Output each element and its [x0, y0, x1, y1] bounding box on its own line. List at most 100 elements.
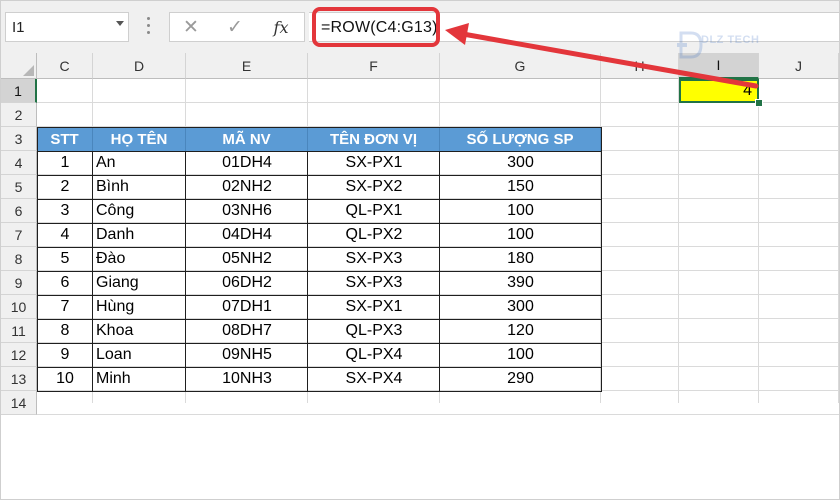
table-cell[interactable]: 06DH2	[186, 271, 308, 295]
table-cell[interactable]: 8	[37, 319, 93, 343]
table-cell[interactable]: 03NH6	[186, 199, 308, 223]
table-cell[interactable]: Loan	[93, 343, 186, 367]
table-cell[interactable]: 9	[37, 343, 93, 367]
selected-cell-i1[interactable]: 4	[679, 79, 759, 103]
table-cell[interactable]: 08DH7	[186, 319, 308, 343]
table-cell[interactable]: 100	[440, 199, 601, 223]
table-cell[interactable]: 6	[37, 271, 93, 295]
table-cell[interactable]: QL-PX2	[308, 223, 440, 247]
table-cell[interactable]: SX-PX1	[308, 151, 440, 175]
table-header-cell[interactable]: MÃ NV	[186, 127, 308, 151]
column-header-g[interactable]: G	[440, 53, 601, 79]
row-header-4[interactable]: 4	[1, 151, 37, 175]
select-all-button[interactable]	[1, 53, 37, 79]
table-cell[interactable]: Công	[93, 199, 186, 223]
row-header-5[interactable]: 5	[1, 175, 37, 199]
table-cell[interactable]: 390	[440, 271, 601, 295]
fill-handle[interactable]	[755, 99, 763, 107]
gridline	[838, 79, 839, 403]
table-cell[interactable]: 100	[440, 223, 601, 247]
table-border	[37, 151, 601, 152]
table-cell[interactable]: Bình	[93, 175, 186, 199]
formula-buttons: ✕ ✓ fx	[169, 12, 305, 42]
row-header-14[interactable]: 14	[1, 391, 37, 415]
table-cell[interactable]: 01DH4	[186, 151, 308, 175]
table-cell[interactable]: An	[93, 151, 186, 175]
row-header-7[interactable]: 7	[1, 223, 37, 247]
drag-handle-icon[interactable]	[147, 17, 150, 37]
table-cell[interactable]: 10	[37, 367, 93, 391]
table-cell[interactable]: 290	[440, 367, 601, 391]
table-cell[interactable]: QL-PX3	[308, 319, 440, 343]
table-cell[interactable]: 04DH4	[186, 223, 308, 247]
table-cell[interactable]: 5	[37, 247, 93, 271]
table-header-cell[interactable]: HỌ TÊN	[93, 127, 186, 151]
watermark-text: DLZ TECH	[701, 34, 760, 46]
table-border	[37, 223, 601, 224]
table-cell[interactable]: 07DH1	[186, 295, 308, 319]
column-header-e[interactable]: E	[186, 53, 308, 79]
table-cell[interactable]: 4	[37, 223, 93, 247]
table-cell[interactable]: SX-PX2	[308, 175, 440, 199]
table-cell[interactable]: 300	[440, 295, 601, 319]
table-cell[interactable]: SX-PX3	[308, 271, 440, 295]
table-cell[interactable]: 180	[440, 247, 601, 271]
formula-highlight-box	[312, 7, 440, 47]
name-box-value: I1	[12, 19, 25, 36]
row-header-6[interactable]: 6	[1, 199, 37, 223]
row-header-10[interactable]: 10	[1, 295, 37, 319]
table-header-cell[interactable]: TÊN ĐƠN VỊ	[308, 127, 440, 151]
table-cell[interactable]: 120	[440, 319, 601, 343]
chevron-down-icon[interactable]	[116, 21, 124, 26]
column-header-h[interactable]: H	[601, 53, 679, 79]
table-border	[37, 247, 601, 248]
row-header-13[interactable]: 13	[1, 367, 37, 391]
table-cell[interactable]: 1	[37, 151, 93, 175]
table-cell[interactable]: 05NH2	[186, 247, 308, 271]
gridline	[37, 414, 839, 415]
row-header-3[interactable]: 3	[1, 127, 37, 151]
row-header-2[interactable]: 2	[1, 103, 37, 127]
insert-function-icon[interactable]: fx	[260, 13, 302, 41]
table-cell[interactable]: SX-PX3	[308, 247, 440, 271]
table-cell[interactable]: 3	[37, 199, 93, 223]
row-header-11[interactable]: 11	[1, 319, 37, 343]
table-cell[interactable]: 09NH5	[186, 343, 308, 367]
excel-window: I1 ✕ ✓ fx =ROW(C4:G13) CDEFGHIJ123456789…	[0, 0, 840, 500]
table-cell[interactable]: 100	[440, 343, 601, 367]
column-header-f[interactable]: F	[308, 53, 440, 79]
row-header-12[interactable]: 12	[1, 343, 37, 367]
row-header-8[interactable]: 8	[1, 247, 37, 271]
table-border	[37, 271, 601, 272]
gridline	[678, 79, 679, 403]
table-cell[interactable]: SX-PX1	[308, 295, 440, 319]
table-cell[interactable]: 2	[37, 175, 93, 199]
table-cell[interactable]: SX-PX4	[308, 367, 440, 391]
table-cell[interactable]: 300	[440, 151, 601, 175]
table-cell[interactable]: QL-PX1	[308, 199, 440, 223]
table-cell[interactable]: Giang	[93, 271, 186, 295]
row-header-1[interactable]: 1	[1, 79, 37, 103]
table-cell[interactable]: Đào	[93, 247, 186, 271]
name-box[interactable]: I1	[5, 12, 129, 42]
cancel-icon[interactable]: ✕	[170, 13, 212, 41]
table-cell[interactable]: 10NH3	[186, 367, 308, 391]
table-cell[interactable]: Khoa	[93, 319, 186, 343]
column-header-c[interactable]: C	[37, 53, 93, 79]
column-header-d[interactable]: D	[93, 53, 186, 79]
table-cell[interactable]: 02NH2	[186, 175, 308, 199]
table-cell[interactable]: Hùng	[93, 295, 186, 319]
table-cell[interactable]: QL-PX4	[308, 343, 440, 367]
table-cell[interactable]: 150	[440, 175, 601, 199]
table-border	[37, 367, 601, 368]
table-header-cell[interactable]: SỐ LƯỢNG SP	[440, 127, 601, 151]
row-header-9[interactable]: 9	[1, 271, 37, 295]
table-cell[interactable]: Minh	[93, 367, 186, 391]
watermark-logo: DLZ TECH	[677, 25, 802, 65]
check-icon[interactable]: ✓	[214, 13, 256, 41]
table-border	[37, 199, 601, 200]
table-border	[37, 175, 601, 176]
table-cell[interactable]: 7	[37, 295, 93, 319]
table-cell[interactable]: Danh	[93, 223, 186, 247]
table-header-cell[interactable]: STT	[37, 127, 93, 151]
